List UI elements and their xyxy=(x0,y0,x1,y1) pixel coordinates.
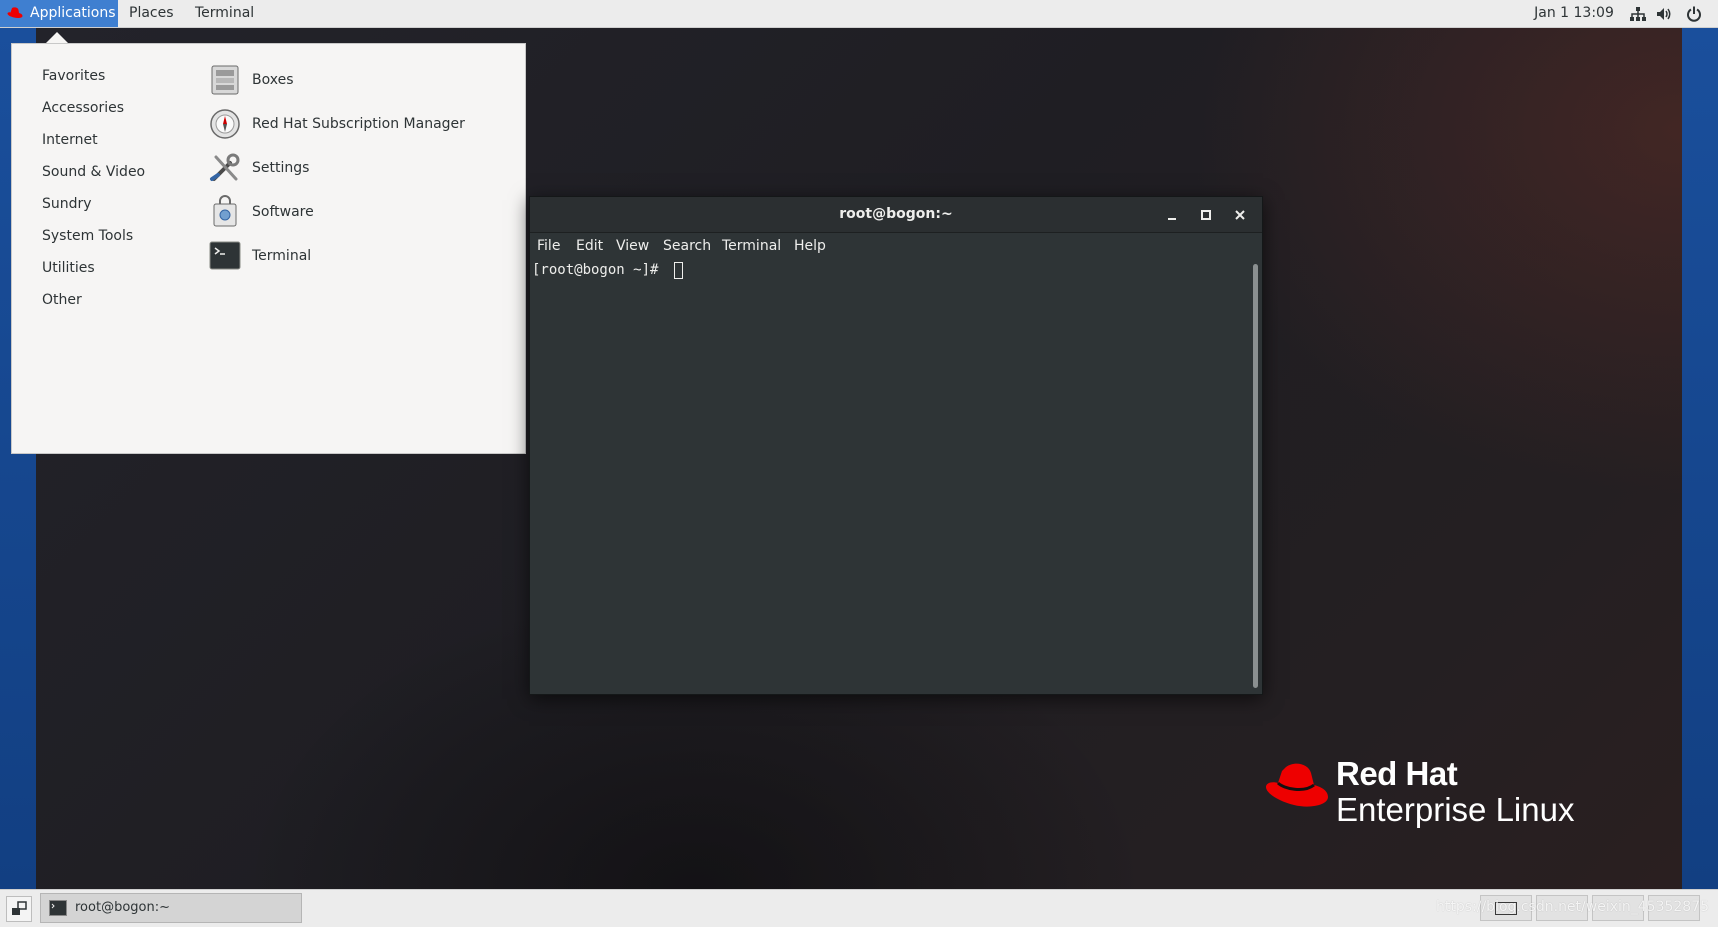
terminal-title: root@bogon:~ xyxy=(839,206,953,222)
category-system-tools[interactable]: System Tools xyxy=(42,225,133,247)
show-desktop-icon xyxy=(12,901,27,915)
network-icon[interactable] xyxy=(1629,5,1647,23)
app-label-terminal: Terminal xyxy=(252,248,312,264)
show-desktop-button[interactable] xyxy=(6,896,32,922)
applications-menu-button[interactable]: Applications xyxy=(0,0,118,27)
software-icon xyxy=(213,195,237,227)
terminal-window[interactable]: root@bogon:~ File Edit View Search Termi… xyxy=(529,196,1263,695)
terminal-app-menu-button[interactable]: Terminal xyxy=(184,0,264,27)
terminal-scrollbar[interactable] xyxy=(1253,264,1258,688)
category-accessories[interactable]: Accessories xyxy=(42,97,124,119)
menu-file[interactable]: File xyxy=(537,233,560,260)
category-other[interactable]: Other xyxy=(42,289,82,311)
subscription-manager-icon xyxy=(210,109,240,139)
boxes-icon xyxy=(211,65,239,95)
text-cursor xyxy=(674,262,683,279)
minimize-icon[interactable] xyxy=(1164,207,1180,223)
app-label-boxes: Boxes xyxy=(252,72,294,88)
category-internet[interactable]: Internet xyxy=(42,129,98,151)
settings-icon xyxy=(210,153,240,181)
category-utilities[interactable]: Utilities xyxy=(42,257,95,279)
menu-pointer xyxy=(46,32,68,43)
menu-help[interactable]: Help xyxy=(794,233,826,260)
logo-line1: Red Hat xyxy=(1336,755,1458,792)
applications-menu: Favorites Accessories Internet Sound & V… xyxy=(11,43,526,454)
shell-prompt: [root@bogon ~]# xyxy=(532,262,659,278)
redhat-hat-icon xyxy=(1266,763,1328,807)
watermark: https://blog.csdn.net/weixin_45352875 xyxy=(1436,899,1710,915)
maximize-icon[interactable] xyxy=(1198,207,1214,223)
menu-view[interactable]: View xyxy=(616,233,649,260)
app-item-boxes[interactable]: Boxes xyxy=(208,63,508,99)
bottom-taskbar: root@bogon:~ https://blog.csdn.net/weixi… xyxy=(0,889,1718,927)
app-item-settings[interactable]: Settings xyxy=(208,151,508,187)
category-sound-video[interactable]: Sound & Video xyxy=(42,161,145,183)
app-item-software[interactable]: Software xyxy=(208,195,508,231)
app-item-terminal[interactable]: Terminal xyxy=(208,239,508,275)
terminal-titlebar[interactable]: root@bogon:~ xyxy=(530,197,1262,233)
app-label-settings: Settings xyxy=(252,160,310,176)
app-label-software: Software xyxy=(252,204,314,220)
terminal-menubar: File Edit View Search Terminal Help xyxy=(530,233,1262,260)
close-icon[interactable] xyxy=(1232,207,1248,223)
app-item-subscription-manager[interactable]: Red Hat Subscription Manager xyxy=(208,107,508,143)
logo-line2: Enterprise Linux xyxy=(1336,791,1575,828)
menu-edit[interactable]: Edit xyxy=(576,233,603,260)
taskbar-item-terminal[interactable]: root@bogon:~ xyxy=(40,893,302,923)
app-label-subscription-manager: Red Hat Subscription Manager xyxy=(252,116,465,132)
applications-label: Applications xyxy=(30,5,116,21)
terminal-output[interactable]: [root@bogon ~]# xyxy=(530,260,1262,694)
volume-icon[interactable] xyxy=(1655,5,1673,23)
taskbar-item-label: root@bogon:~ xyxy=(75,900,170,915)
redhat-logo: Red Hat Enterprise Linux xyxy=(1264,755,1594,865)
menu-terminal[interactable]: Terminal xyxy=(722,233,781,260)
places-menu-button[interactable]: Places xyxy=(118,0,182,27)
terminal-icon xyxy=(209,241,241,270)
top-bar: Applications Places Terminal Jan 1 13:09 xyxy=(0,0,1718,28)
category-sundry[interactable]: Sundry xyxy=(42,193,92,215)
menu-search[interactable]: Search xyxy=(663,233,711,260)
clock[interactable]: Jan 1 13:09 xyxy=(1524,0,1624,27)
category-favorites[interactable]: Favorites xyxy=(42,65,105,87)
power-icon[interactable] xyxy=(1685,5,1703,23)
terminal-icon xyxy=(49,900,67,916)
redhat-hat-icon xyxy=(7,7,23,18)
